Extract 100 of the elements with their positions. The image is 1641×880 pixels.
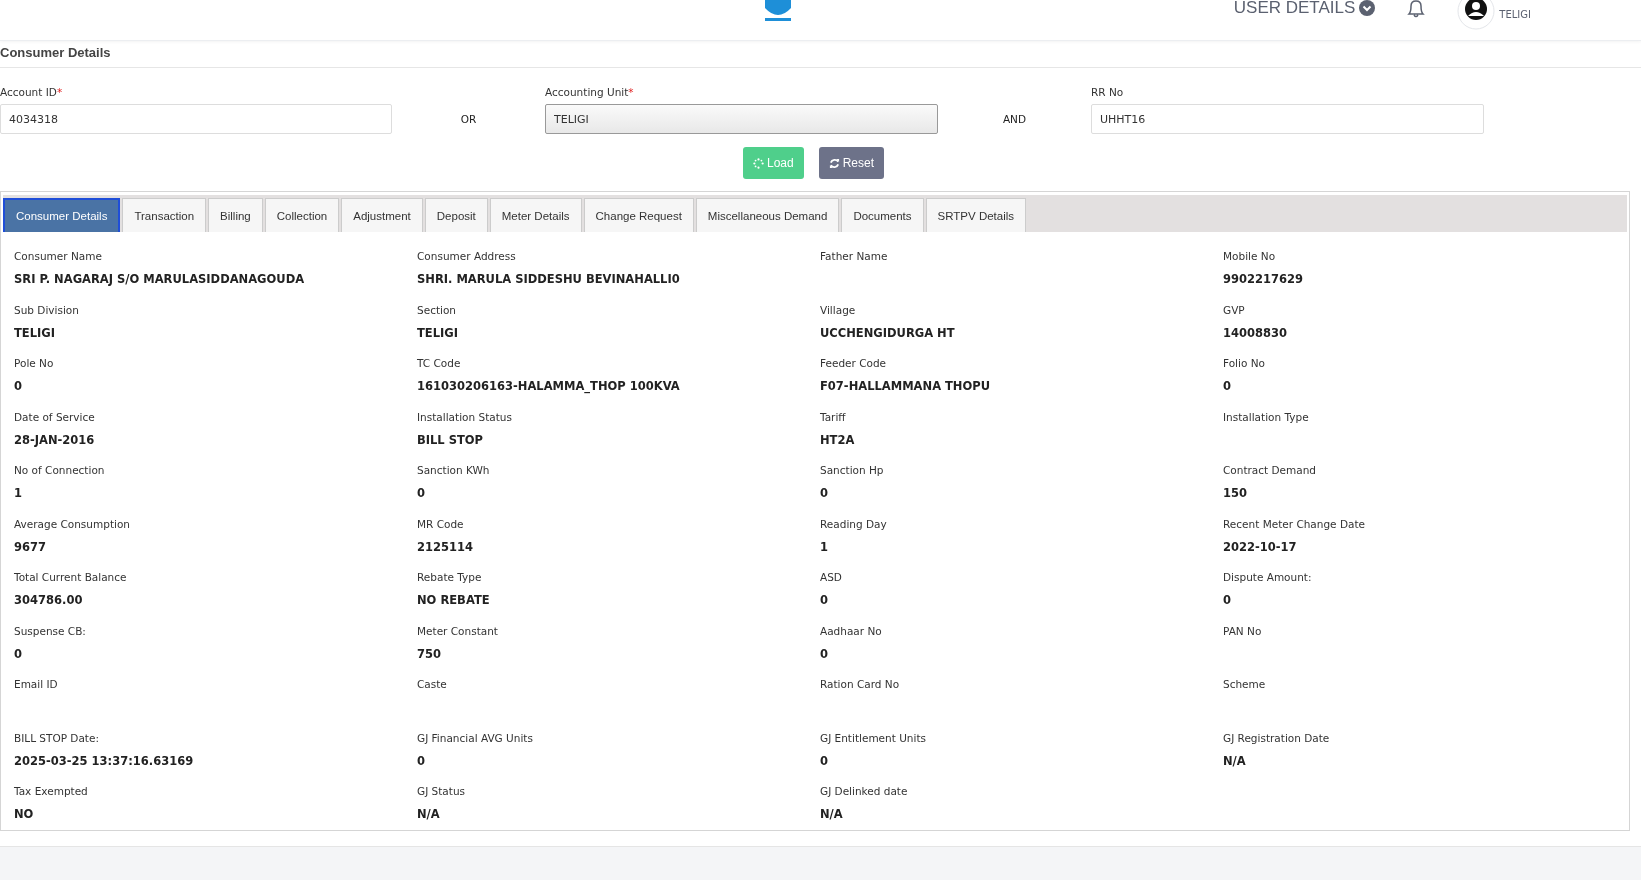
detail-label: ASD [820, 571, 843, 583]
detail-value: 750 [417, 646, 442, 661]
detail-value: 0 [1223, 379, 1232, 393]
detail-value: 9902217629 [1223, 272, 1305, 286]
detail-label: GVP [1223, 303, 1246, 316]
detail-value: 14008830 [1223, 325, 1288, 340]
detail-label: GJ Financial AVG Units [417, 731, 534, 744]
detail-value: 0 [820, 593, 829, 607]
detail-label: MR Code [417, 517, 465, 530]
detail-value: UCCHENGIDURGA HT [820, 325, 956, 340]
detail-label: Meter Constant [417, 624, 499, 637]
bell-icon[interactable] [1405, 0, 1428, 18]
tab[interactable]: Change Request [583, 198, 694, 232]
refresh-icon [828, 157, 840, 169]
detail-label: Contract Demand [1223, 464, 1318, 476]
joiner-text: AND [1001, 112, 1028, 127]
detail-value: 2022-10-17 [1223, 539, 1298, 554]
detail-label: Installation Status [417, 410, 513, 423]
detail-label: No of Connection [14, 464, 106, 476]
detail-value: N/A [1223, 753, 1247, 768]
detail-value: 0 [820, 753, 829, 768]
detail-value: 28-JAN-2016 [14, 432, 96, 447]
detail-label: Sub Division [14, 303, 80, 316]
detail-value: 2025-03-25 13:37:16.63169 [14, 753, 195, 768]
detail-label: Tariff [820, 410, 847, 423]
tab[interactable]: Billing [208, 198, 263, 232]
detail-label: Installation Type [1223, 410, 1310, 423]
page-title: Consumer Details [0, 45, 111, 60]
detail-value: SRI P. NAGARAJ S/O MARULASIDDANAGOUDA [14, 272, 306, 286]
field-label: Accounting Unit* [545, 86, 635, 98]
detail-value: 0 [14, 646, 23, 661]
detail-label: Scheme [1223, 678, 1267, 690]
reset-button[interactable]: Reset [818, 147, 885, 179]
detail-label: Sanction Hp [820, 464, 885, 476]
joiner-text: OR [459, 112, 478, 127]
input-field[interactable]: TELIGI [545, 104, 938, 134]
detail-label: Pole No [14, 357, 55, 369]
detail-label: Reading Day [820, 517, 888, 530]
detail-value: N/A [820, 807, 844, 821]
field-label: RR No [1091, 86, 1125, 98]
detail-value: 161030206163-HALAMMA_THOP 100KVA [417, 379, 681, 393]
detail-label: Section [417, 303, 457, 316]
detail-label: Village [820, 303, 857, 316]
detail-label: Dispute Amount: [1223, 571, 1313, 583]
detail-label: Aadhaar No [820, 624, 883, 637]
detail-label: Average Consumption [14, 517, 131, 530]
detail-label: Total Current Balance [14, 571, 128, 583]
detail-label: GJ Registration Date [1223, 731, 1331, 744]
tab[interactable]: Miscellaneous Demand [695, 198, 840, 232]
detail-value: 150 [1223, 486, 1248, 500]
tab[interactable]: Meter Details [489, 198, 582, 232]
tab[interactable]: Collection [264, 198, 340, 232]
detail-label: Caste [417, 678, 448, 690]
detail-value: 304786.00 [14, 593, 84, 607]
field-label: Account ID* [0, 86, 64, 98]
tab[interactable]: Transaction [122, 198, 207, 232]
avatar-icon[interactable] [1457, 0, 1496, 30]
detail-label: Rebate Type [417, 571, 483, 583]
detail-value: 0 [417, 753, 426, 768]
detail-value: TELIGI [417, 325, 460, 340]
detail-label: Sanction KWh [417, 464, 491, 476]
detail-label: Recent Meter Change Date [1223, 517, 1366, 530]
detail-value: 2125114 [417, 539, 474, 554]
detail-label: Consumer Name [14, 250, 103, 262]
detail-label: Folio No [1223, 357, 1266, 369]
input-field[interactable]: 4034318 [0, 104, 392, 134]
tab[interactable]: Adjustment [341, 198, 423, 232]
detail-label: Tax Exempted [14, 785, 89, 797]
detail-value: F07-HALLAMMANA THOPU [820, 379, 992, 393]
detail-label: BILL STOP Date: [14, 731, 100, 744]
detail-value: 0 [1223, 593, 1232, 607]
detail-value: 0 [417, 486, 426, 500]
detail-label: Feeder Code [820, 357, 888, 369]
detail-label: Suspense CB: [14, 624, 87, 637]
detail-label: Mobile No [1223, 250, 1277, 262]
detail-label: PAN No [1223, 624, 1263, 637]
detail-label: GJ Entitlement Units [820, 731, 928, 744]
detail-label: Consumer Address [417, 250, 517, 262]
tab[interactable]: Documents [841, 198, 924, 232]
user-unit: TELIGI [1499, 9, 1531, 20]
detail-label: Date of Service [14, 410, 96, 423]
detail-value: SHRI. MARULA SIDDESHU BEVINAHALLI0 [417, 272, 681, 286]
chevron-down-icon[interactable] [1359, 0, 1376, 16]
detail-value: NO [14, 807, 35, 821]
detail-label: Father Name [820, 250, 889, 262]
detail-value: 0 [820, 646, 829, 661]
detail-label: Email ID [14, 678, 59, 690]
user-details-menu[interactable]: USER DETAILS [1233, 0, 1356, 16]
tab[interactable]: Consumer Details [3, 198, 121, 232]
tab[interactable]: Deposit [424, 198, 488, 232]
spinner-icon [753, 157, 764, 169]
detail-value: 0 [14, 379, 23, 393]
detail-value: TELIGI [14, 325, 57, 340]
detail-label: GJ Status [417, 785, 467, 797]
detail-label: TC Code [417, 357, 462, 369]
input-field[interactable]: UHHT16 [1091, 104, 1484, 134]
detail-label: GJ Delinked date [820, 785, 909, 797]
tab[interactable]: SRTPV Details [925, 198, 1027, 232]
detail-value: NO REBATE [417, 593, 491, 607]
detail-value: 0 [820, 486, 829, 500]
